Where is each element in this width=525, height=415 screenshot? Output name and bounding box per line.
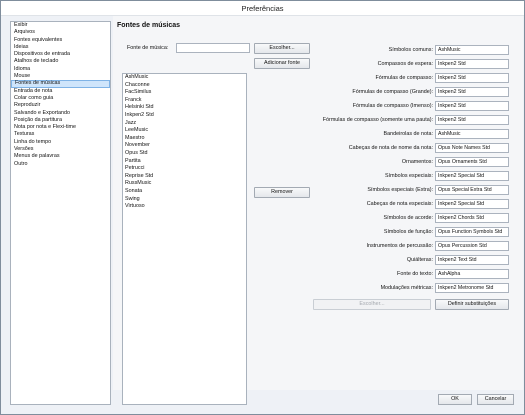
- sidebar-item[interactable]: Versões: [11, 146, 110, 153]
- mapping-font-field[interactable]: Opus Ornaments Std: [435, 157, 509, 167]
- mapping-font-field[interactable]: Inkpen2 Std: [435, 115, 509, 125]
- mapping-label: Quiálteras:: [406, 257, 433, 263]
- mapping-font-field[interactable]: Inkpen2 Special Std: [435, 171, 509, 181]
- sidebar-item[interactable]: Linha do tempo: [11, 139, 110, 146]
- font-list-item[interactable]: Helsinki Std: [123, 104, 246, 112]
- mapping-font-field[interactable]: AshAlpha: [435, 269, 509, 279]
- choose-font-button[interactable]: Escolher...: [254, 43, 310, 54]
- font-list-item[interactable]: AshMusic: [123, 74, 246, 82]
- mapping-label: Símbolos especiais (Extra):: [367, 187, 433, 193]
- font-list-item[interactable]: Franck: [123, 97, 246, 105]
- mapping-label: Símbolos de função:: [383, 229, 433, 235]
- mapping-label: Cabeças de nota de nome da nota:: [348, 145, 433, 151]
- mapping-font-field[interactable]: Inkpen2 Std: [435, 87, 509, 97]
- mapping-font-field[interactable]: Inkpen2 Std: [435, 73, 509, 83]
- mapping-font-field[interactable]: AshMusic: [435, 129, 509, 139]
- sidebar-item[interactable]: Fontes equivalentes: [11, 37, 110, 44]
- mapping-label: Instrumentos de percussão:: [366, 243, 433, 249]
- music-fonts-panel: Fontes de músicas Fonte de música: Escol…: [113, 16, 523, 405]
- sidebar-item[interactable]: Reproduzir: [11, 102, 110, 109]
- add-font-button[interactable]: Adicionar fonte: [254, 58, 310, 69]
- mapping-font-field[interactable]: Opus Note Names Std: [435, 143, 509, 153]
- mapping-label: Símbolos especiais:: [385, 173, 433, 179]
- sidebar-item[interactable]: Fontes de músicas: [11, 80, 110, 88]
- music-font-label: Fonte de música:: [127, 45, 169, 51]
- preferences-window: Preferências Exibir Arquivos Fontes equiva…: [0, 0, 525, 415]
- mapping-font-field[interactable]: Opus Special Extra Std: [435, 185, 509, 195]
- music-font-input[interactable]: [176, 43, 250, 53]
- mapping-label: Símbolos comuns:: [388, 47, 433, 53]
- mapping-label: Ornamentos:: [401, 159, 433, 165]
- choose-disabled-button[interactable]: Escolher...: [313, 299, 431, 310]
- mapping-font-field[interactable]: AshMusic: [435, 45, 509, 55]
- mapping-label: Fonte do texto:: [397, 271, 433, 277]
- sidebar-item[interactable]: Menus de palavras: [11, 153, 110, 160]
- sidebar-item[interactable]: Entrada de nota: [11, 88, 110, 95]
- font-list-item[interactable]: November: [123, 142, 246, 150]
- mapping-font-field[interactable]: Inkpen2 Special Std: [435, 199, 509, 209]
- mapping-font-field[interactable]: Opus Function Symbols Std: [435, 227, 509, 237]
- font-list-item[interactable]: LeeMusic: [123, 127, 246, 135]
- font-list-item[interactable]: Virtuoso: [123, 203, 246, 211]
- mapping-font-field[interactable]: Opus Percussion Std: [435, 241, 509, 251]
- sidebar-item[interactable]: Idioma: [11, 66, 110, 73]
- mapping-label: Símbolos de acorde:: [383, 215, 433, 221]
- font-list-item[interactable]: Chaconne: [123, 82, 246, 90]
- sidebar-item[interactable]: Nota por nota e Flexi-time: [11, 124, 110, 131]
- font-list-item[interactable]: Petrucci: [123, 165, 246, 173]
- font-list-item[interactable]: Partita: [123, 158, 246, 166]
- ok-button[interactable]: OK: [438, 394, 472, 405]
- cancel-button[interactable]: Cancelar: [477, 394, 514, 405]
- font-list-item[interactable]: RussMusic: [123, 180, 246, 188]
- preferences-sidebar: Exibir Arquivos Fontes equivalentes Ideias D…: [10, 21, 111, 405]
- mapping-font-field[interactable]: Inkpen2 Text Std: [435, 255, 509, 265]
- define-substitutions-button[interactable]: Definir substituições: [435, 299, 509, 310]
- mapping-label: Modulações métricas:: [380, 285, 433, 291]
- mapping-font-field[interactable]: Inkpen2 Std: [435, 101, 509, 111]
- sidebar-item[interactable]: Texturas: [11, 131, 110, 138]
- sidebar-item[interactable]: Posição da partitura: [11, 117, 110, 124]
- sidebar-item[interactable]: Dispositivos de entrada: [11, 51, 110, 58]
- page-title: Fontes de músicas: [117, 22, 181, 29]
- mapping-label: Compassos de espera:: [377, 61, 433, 67]
- mapping-font-field[interactable]: Inkpen2 Std: [435, 59, 509, 69]
- mapping-label: Fórmulas de compasso (Grande):: [352, 89, 433, 95]
- mapping-font-field[interactable]: Inkpen2 Chords Std: [435, 213, 509, 223]
- sidebar-item[interactable]: Outro: [11, 161, 110, 168]
- font-list-item[interactable]: Inkpen2 Std: [123, 112, 246, 120]
- window-title: Preferências: [1, 1, 524, 16]
- sidebar-item[interactable]: Salvando e Exportando: [11, 110, 110, 117]
- sidebar-item[interactable]: Arquivos: [11, 29, 110, 36]
- font-list-item[interactable]: Swing: [123, 196, 246, 204]
- font-list-item[interactable]: Jazz: [123, 120, 246, 128]
- sidebar-item[interactable]: Ideias: [11, 44, 110, 51]
- sidebar-item[interactable]: Mouse: [11, 73, 110, 80]
- mapping-font-field[interactable]: Inkpen2 Metronome Std: [435, 283, 509, 293]
- sidebar-item[interactable]: Exibir: [11, 22, 110, 29]
- font-list-item[interactable]: Reprise Std: [123, 173, 246, 181]
- sidebar-item[interactable]: Colar como guia: [11, 95, 110, 102]
- font-list-item[interactable]: Opus Std: [123, 150, 246, 158]
- font-list-item[interactable]: Sonata: [123, 188, 246, 196]
- font-list-item[interactable]: Maestro: [123, 135, 246, 143]
- mapping-label: Fórmulas de compasso:: [375, 75, 433, 81]
- sidebar-item[interactable]: Atalhos de teclado: [11, 58, 110, 65]
- mapping-label: Fórmulas de compasso (somente uma pauta)…: [322, 117, 433, 123]
- remove-font-button[interactable]: Remover: [254, 187, 310, 198]
- font-list-item[interactable]: FacSimilus: [123, 89, 246, 97]
- font-list[interactable]: AshMusic Chaconne FacSimilus Franck Helsinki…: [122, 73, 247, 405]
- mapping-label: Bandeirolas de nota:: [383, 131, 433, 137]
- mapping-label: Fórmulas de compasso (Imenso):: [352, 103, 433, 109]
- mapping-label: Cabeças de nota especiais:: [366, 201, 433, 207]
